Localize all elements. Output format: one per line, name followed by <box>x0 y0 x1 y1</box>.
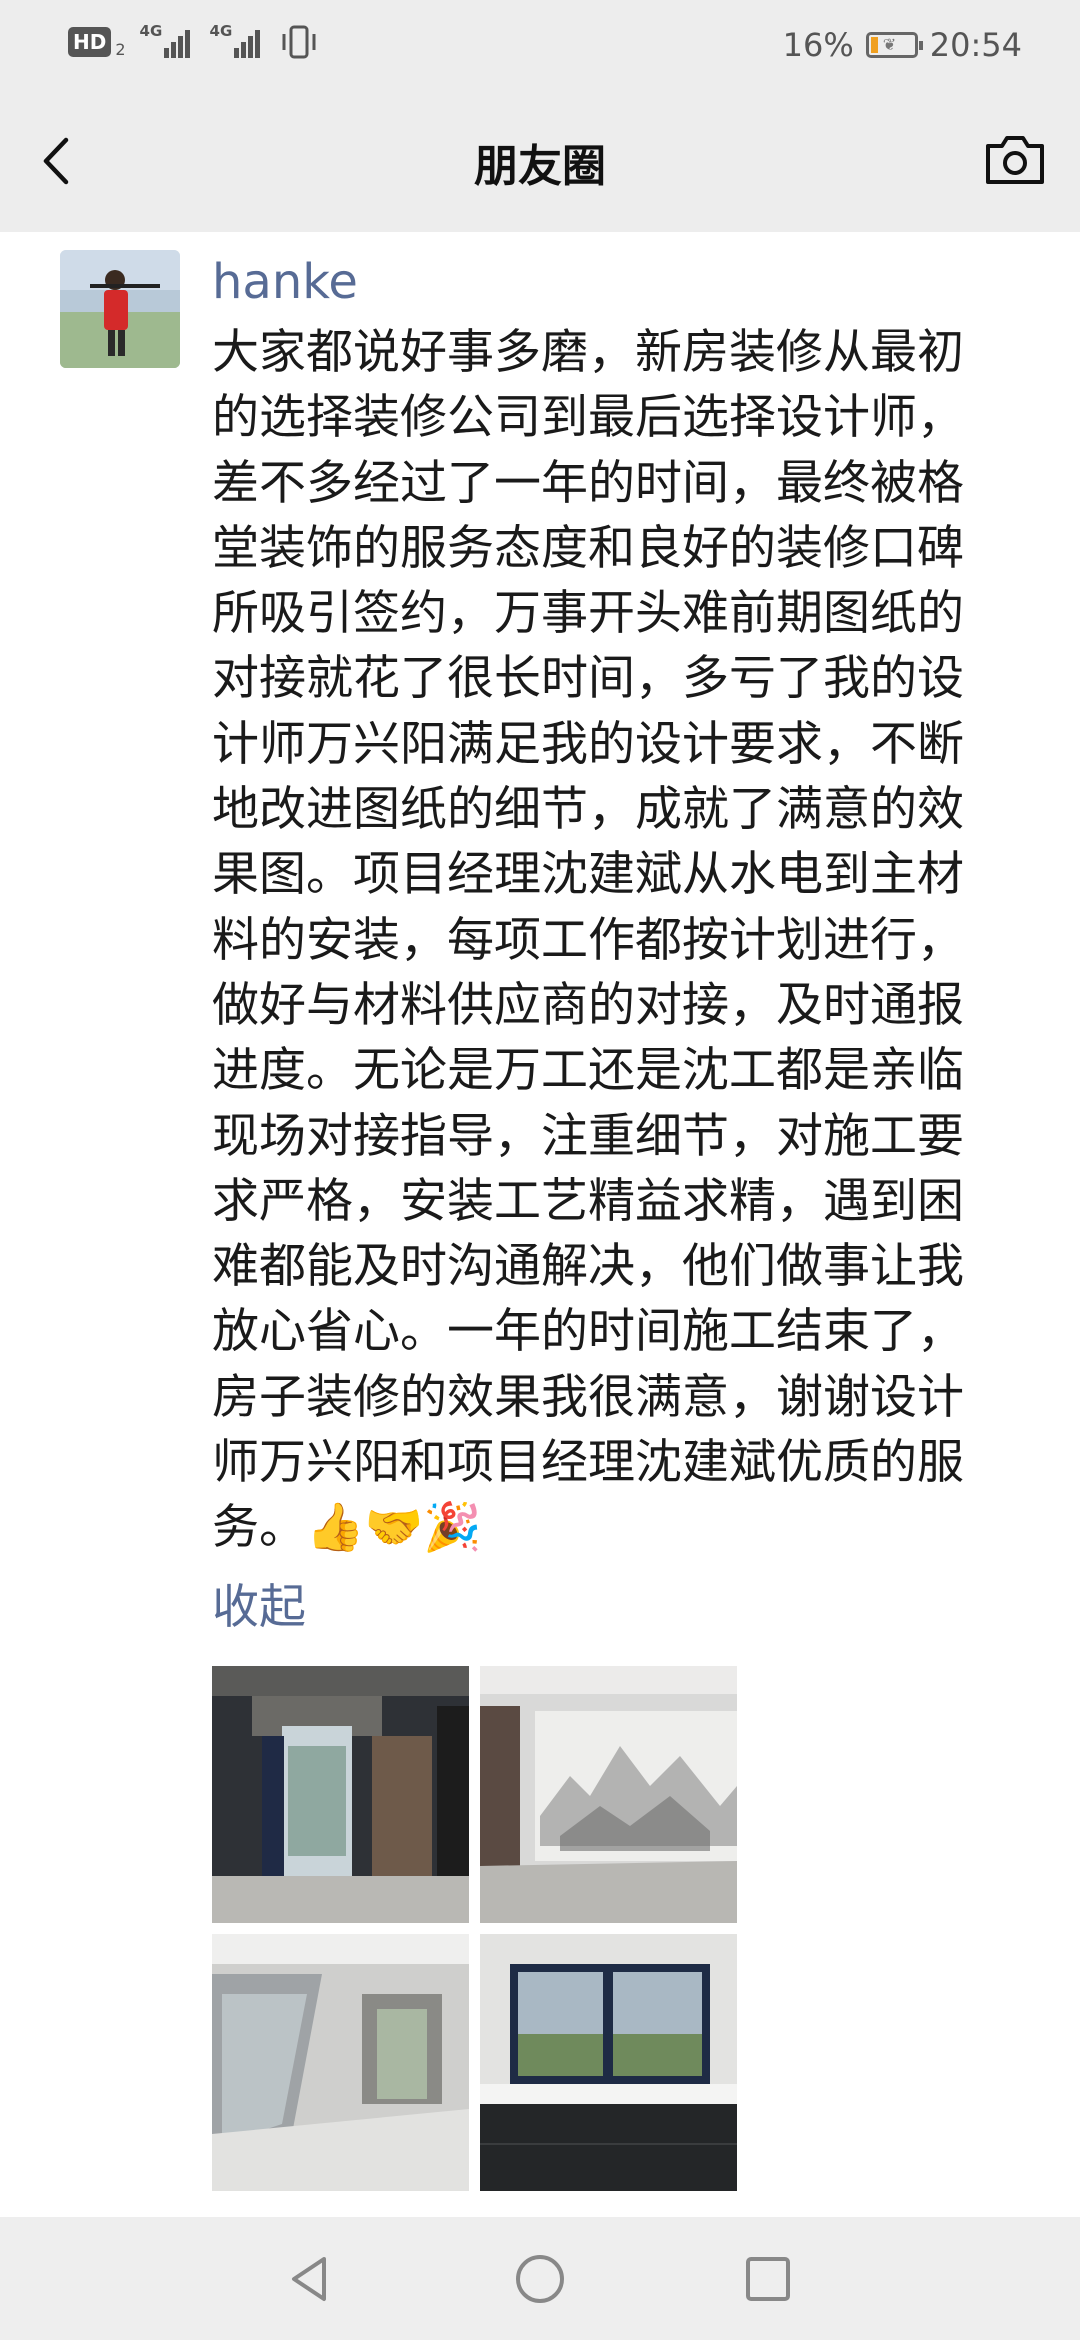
kitchen-window-photo[interactable] <box>480 1934 737 2191</box>
signal-icon-2: 4G <box>210 22 266 62</box>
home-circle-icon[interactable] <box>510 2249 570 2309</box>
hd-sub: 2 <box>115 39 126 59</box>
clock: 20:54 <box>929 26 1022 64</box>
battery-fill <box>870 37 879 53</box>
page-title: 朋友圈 <box>474 141 606 192</box>
username[interactable]: hanke <box>212 254 358 310</box>
back-triangle-icon[interactable] <box>280 2249 340 2309</box>
vibrate-icon <box>282 25 316 59</box>
camera-icon[interactable] <box>982 130 1048 188</box>
signal-icon: 4G <box>140 22 196 62</box>
staircase-living-room-photo[interactable] <box>212 1934 469 2191</box>
entrance-hall-photo[interactable] <box>212 1666 469 1923</box>
status-right: 16% ❦ 20:54 <box>783 26 1022 64</box>
status-bar: HD 2 4G 4G 16% ❦ 20:54 <box>0 0 1080 90</box>
collapse-link[interactable]: 收起 <box>212 1568 306 1637</box>
status-left: HD 2 4G 4G <box>68 22 318 62</box>
nav-bar: 朋友圈 <box>0 90 1080 232</box>
recents-square-icon[interactable] <box>738 2249 798 2309</box>
battery-percent: 16% <box>782 26 854 64</box>
power-saving-icon: ❦ <box>882 35 897 54</box>
system-nav-bar <box>0 2217 1080 2340</box>
marble-wall-living-room-photo[interactable] <box>480 1666 737 1923</box>
avatar[interactable] <box>60 250 180 368</box>
post-text: 大家都说好事多磨，新房装修从最初 的选择装修公司到最后选择设计师， 差不多经过了… <box>212 325 964 1556</box>
hd-badge: HD <box>68 27 112 57</box>
battery-icon: ❦ <box>865 32 923 58</box>
